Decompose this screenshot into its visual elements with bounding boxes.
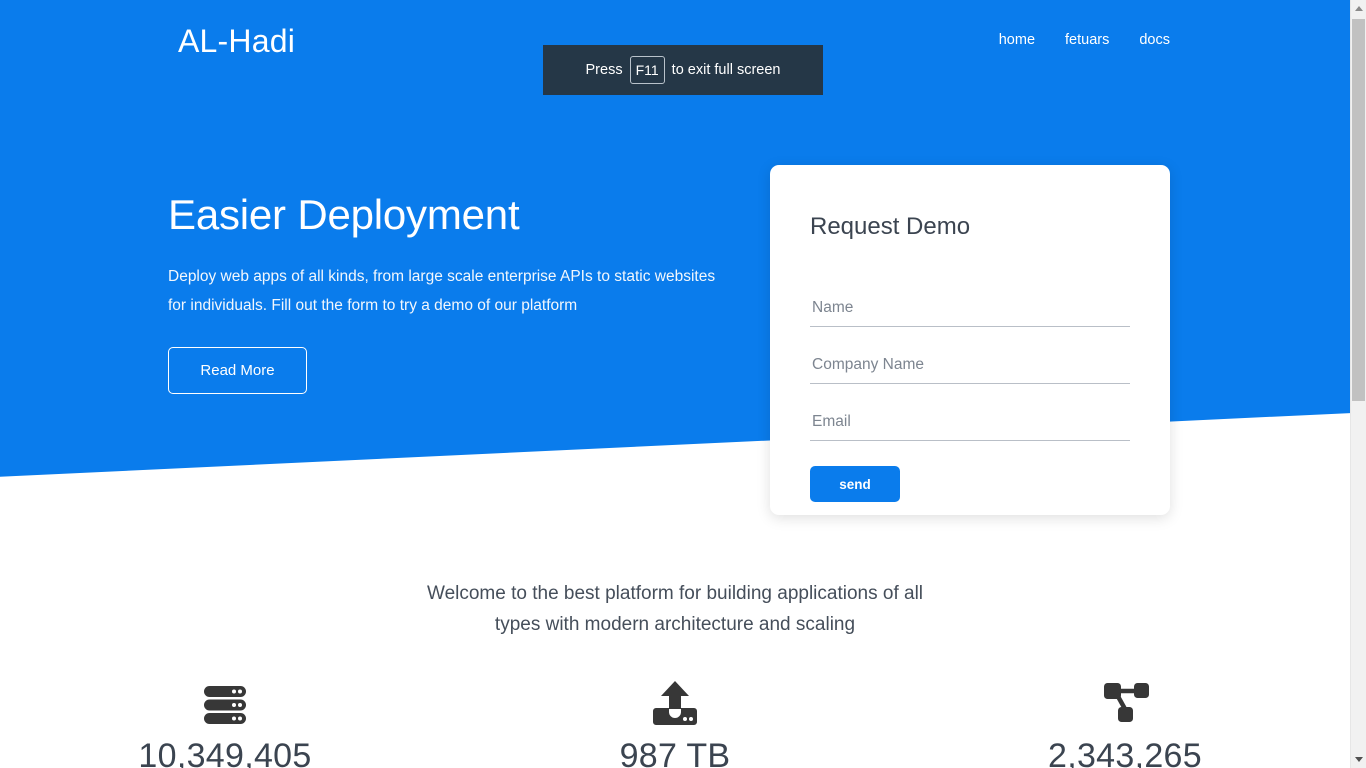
send-button[interactable]: send [810, 466, 900, 502]
company-name-input[interactable] [810, 350, 1130, 384]
stat-value: 987 TB [450, 734, 900, 768]
toast-suffix-text: to exit full screen [672, 62, 781, 78]
network-nodes-icon [900, 672, 1350, 734]
toast-prefix-text: Press [586, 62, 623, 78]
nav-item-fetuars[interactable]: fetuars [1065, 31, 1109, 49]
page-content: AL-Hadi home fetuars docs Easier Deploym… [0, 0, 1350, 768]
fullscreen-exit-toast: Press F11 to exit full screen [543, 45, 823, 95]
vertical-scrollbar[interactable] [1350, 0, 1366, 768]
nav-item-home[interactable]: home [999, 31, 1035, 49]
stat-value: 10,349,405 [0, 734, 450, 768]
request-demo-card: Request Demo send [770, 165, 1170, 515]
scroll-up-arrow-icon[interactable] [1351, 0, 1366, 17]
upload-icon [450, 672, 900, 734]
scroll-down-arrow-icon[interactable] [1351, 751, 1366, 768]
statistics-row: 10,349,405 987 TB [0, 672, 1350, 768]
hero-section: Easier Deployment Deploy web apps of all… [168, 190, 748, 394]
browser-viewport: AL-Hadi home fetuars docs Easier Deploym… [0, 0, 1366, 768]
name-field-wrapper [810, 293, 1130, 327]
stat-value: 2,343,265 [900, 734, 1350, 768]
read-more-button[interactable]: Read More [168, 347, 307, 394]
hero-subtitle: Deploy web apps of all kinds, from large… [168, 262, 733, 320]
scrollbar-thumb[interactable] [1352, 19, 1365, 401]
main-navigation: home fetuars docs [999, 31, 1170, 49]
stat-item: 2,343,265 [900, 672, 1350, 768]
email-field-wrapper [810, 407, 1130, 441]
company-name-field-wrapper [810, 350, 1130, 384]
brand-logo[interactable]: AL-Hadi [178, 22, 295, 60]
name-input[interactable] [810, 293, 1130, 327]
stat-item: 10,349,405 [0, 672, 450, 768]
server-stack-icon [0, 672, 450, 734]
f11-key-badge: F11 [630, 56, 665, 84]
request-demo-title: Request Demo [810, 212, 970, 242]
nav-item-docs[interactable]: docs [1139, 31, 1170, 49]
email-input[interactable] [810, 407, 1130, 441]
welcome-blurb: Welcome to the best platform for buildin… [0, 578, 1350, 640]
stat-item: 987 TB [450, 672, 900, 768]
hero-title: Easier Deployment [168, 190, 748, 240]
welcome-text: Welcome to the best platform for buildin… [410, 578, 940, 640]
